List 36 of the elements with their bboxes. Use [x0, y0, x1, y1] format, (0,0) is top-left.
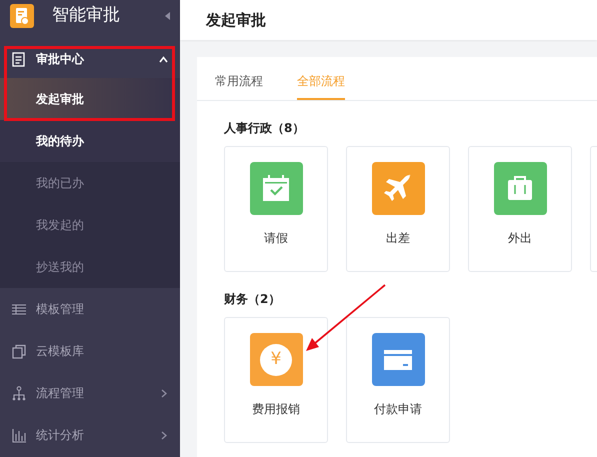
collapse-icon: [165, 12, 170, 20]
section-title: 财务（2）: [224, 291, 282, 308]
sidebar-item[interactable]: 云模板库: [0, 330, 180, 372]
sidebar-item[interactable]: 模板管理: [0, 288, 180, 330]
tile-label: 费用报销: [252, 401, 300, 418]
tile-label: 外出: [508, 230, 532, 247]
process-tile[interactable]: 请假: [224, 146, 328, 272]
document-icon: [12, 52, 26, 66]
copies-icon: [12, 344, 26, 358]
process-tile[interactable]: 付款申请: [346, 317, 450, 443]
list-icon: [12, 302, 26, 316]
bar-chart-icon: [12, 428, 26, 442]
section-title: 人事行政（8）: [224, 120, 306, 137]
app-title: 智能审批: [52, 4, 121, 28]
chevron-right-icon: [159, 388, 168, 398]
chevron-up-icon: [159, 54, 168, 64]
submenu-item[interactable]: 我的待办: [0, 120, 180, 162]
submenu-item[interactable]: 抄送我的: [0, 246, 180, 288]
currency-symbol: ¥: [260, 344, 292, 376]
tile-label: 请假: [264, 230, 288, 247]
tab[interactable]: 常用流程: [215, 72, 263, 100]
submenu-item[interactable]: 我的已办: [0, 162, 180, 204]
submenu-item[interactable]: 我发起的: [0, 204, 180, 246]
page-title: 发起审批: [206, 10, 266, 31]
process-tile[interactable]: 外出: [468, 146, 572, 272]
sidebar-item[interactable]: 流程管理: [0, 372, 180, 414]
tile-label: 出差: [386, 230, 410, 247]
sidebar-item[interactable]: 统计分析: [0, 414, 180, 456]
process-tile[interactable]: ¥ 费用报销: [224, 317, 328, 443]
sidebar-item[interactable]: 审批中心: [0, 44, 180, 74]
chevron-right-icon: [159, 430, 168, 440]
tile-label: 付款申请: [374, 401, 422, 418]
submenu-item[interactable]: 发起审批: [0, 78, 180, 120]
app-logo-icon: [10, 4, 34, 28]
process-tile[interactable]: 出差: [346, 146, 450, 272]
flow-icon: [12, 386, 26, 400]
